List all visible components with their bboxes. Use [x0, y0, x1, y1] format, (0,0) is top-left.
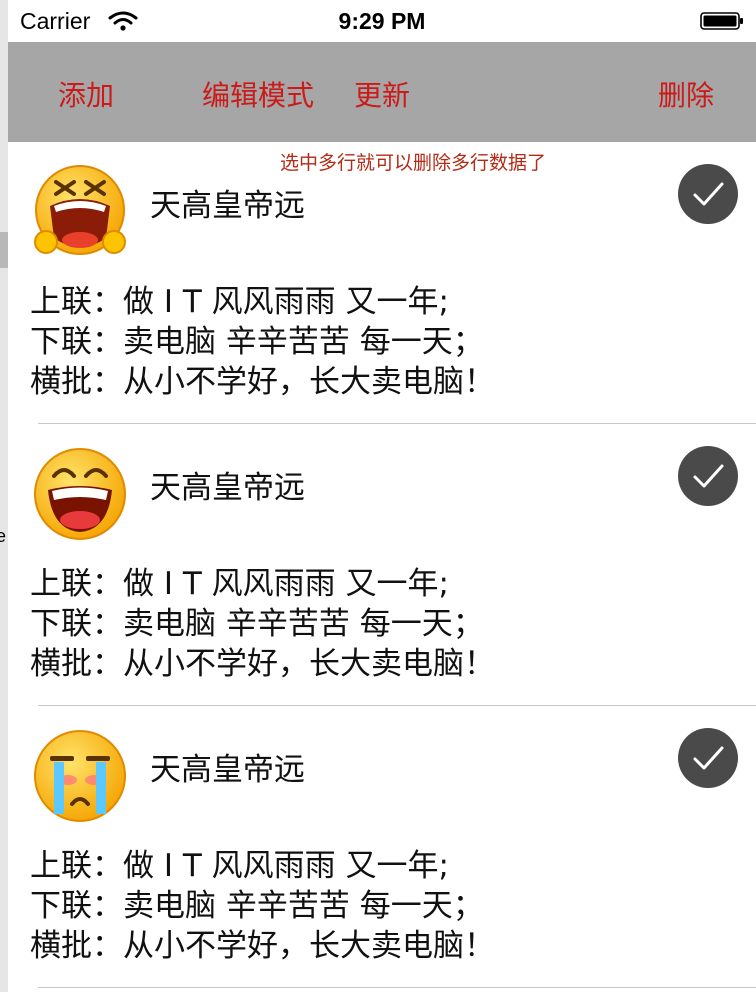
checkmark-selected-icon[interactable]: [678, 164, 738, 224]
lower-couplet: 下联：卖电脑 辛辛苦苦 每一天；: [30, 888, 484, 924]
crying-face-icon: [34, 730, 126, 822]
table-row[interactable]: 天高皇帝远 上联：做 I T 风风雨雨 又一年; 下联：卖电脑 辛辛苦苦 每一天…: [8, 142, 756, 424]
battery-icon: [700, 12, 743, 30]
row-body: 上联：做 I T 风风雨雨 又一年; 下联：卖电脑 辛辛苦苦 每一天； 横批：从…: [30, 564, 495, 684]
status-time: 9:29 PM: [338, 8, 426, 34]
add-button[interactable]: 添加: [58, 74, 114, 114]
row-title: 天高皇帝远: [150, 470, 305, 506]
horizontal-scroll: 横批：从小不学好，长大卖电脑！: [30, 928, 495, 964]
upper-couplet: 上联：做 I T 风风雨雨 又一年;: [30, 848, 449, 884]
row-body: 上联：做 I T 风风雨雨 又一年; 下联：卖电脑 辛辛苦苦 每一天； 横批：从…: [30, 846, 495, 966]
horizontal-scroll: 横批：从小不学好，长大卖电脑！: [30, 364, 495, 400]
lower-couplet: 下联：卖电脑 辛辛苦苦 每一天；: [30, 606, 484, 642]
upper-couplet: 上联：做 I T 风风雨雨 又一年;: [30, 566, 449, 602]
shouting-face-icon: [34, 165, 126, 255]
table-row[interactable]: 天高皇帝远 上联：做 I T 风风雨雨 又一年; 下联：卖电脑 辛辛苦苦 每一天…: [8, 424, 756, 706]
upper-couplet: 上联：做 I T 风风雨雨 又一年;: [30, 284, 449, 320]
left-edge-strip: [0, 0, 8, 992]
horizontal-scroll: 横批：从小不学好，长大卖电脑！: [30, 646, 495, 682]
status-bar: Carrier 9:29 PM: [8, 0, 756, 42]
row-body: 上联：做 I T 风风雨雨 又一年; 下联：卖电脑 辛辛苦苦 每一天； 横批：从…: [30, 282, 495, 402]
laughing-face-icon: [34, 448, 126, 540]
row-title: 天高皇帝远: [150, 188, 305, 224]
edge-mark: [0, 232, 8, 268]
delete-button[interactable]: 删除: [658, 74, 714, 114]
table-row[interactable]: 天高皇帝远 上联：做 I T 风风雨雨 又一年; 下联：卖电脑 辛辛苦苦 每一天…: [8, 706, 756, 988]
table-view: 天高皇帝远 上联：做 I T 风风雨雨 又一年; 下联：卖电脑 辛辛苦苦 每一天…: [8, 142, 756, 988]
edit-mode-button[interactable]: 编辑模式: [202, 74, 314, 114]
edge-letter: e: [0, 526, 7, 546]
row-divider: [38, 987, 756, 988]
lower-couplet: 下联：卖电脑 辛辛苦苦 每一天；: [30, 324, 484, 360]
checkmark-selected-icon[interactable]: [678, 446, 738, 506]
checkmark-selected-icon[interactable]: [678, 728, 738, 788]
update-button[interactable]: 更新: [354, 74, 410, 114]
row-title: 天高皇帝远: [150, 752, 305, 788]
toolbar: 添加 编辑模式 更新 删除: [8, 42, 756, 142]
